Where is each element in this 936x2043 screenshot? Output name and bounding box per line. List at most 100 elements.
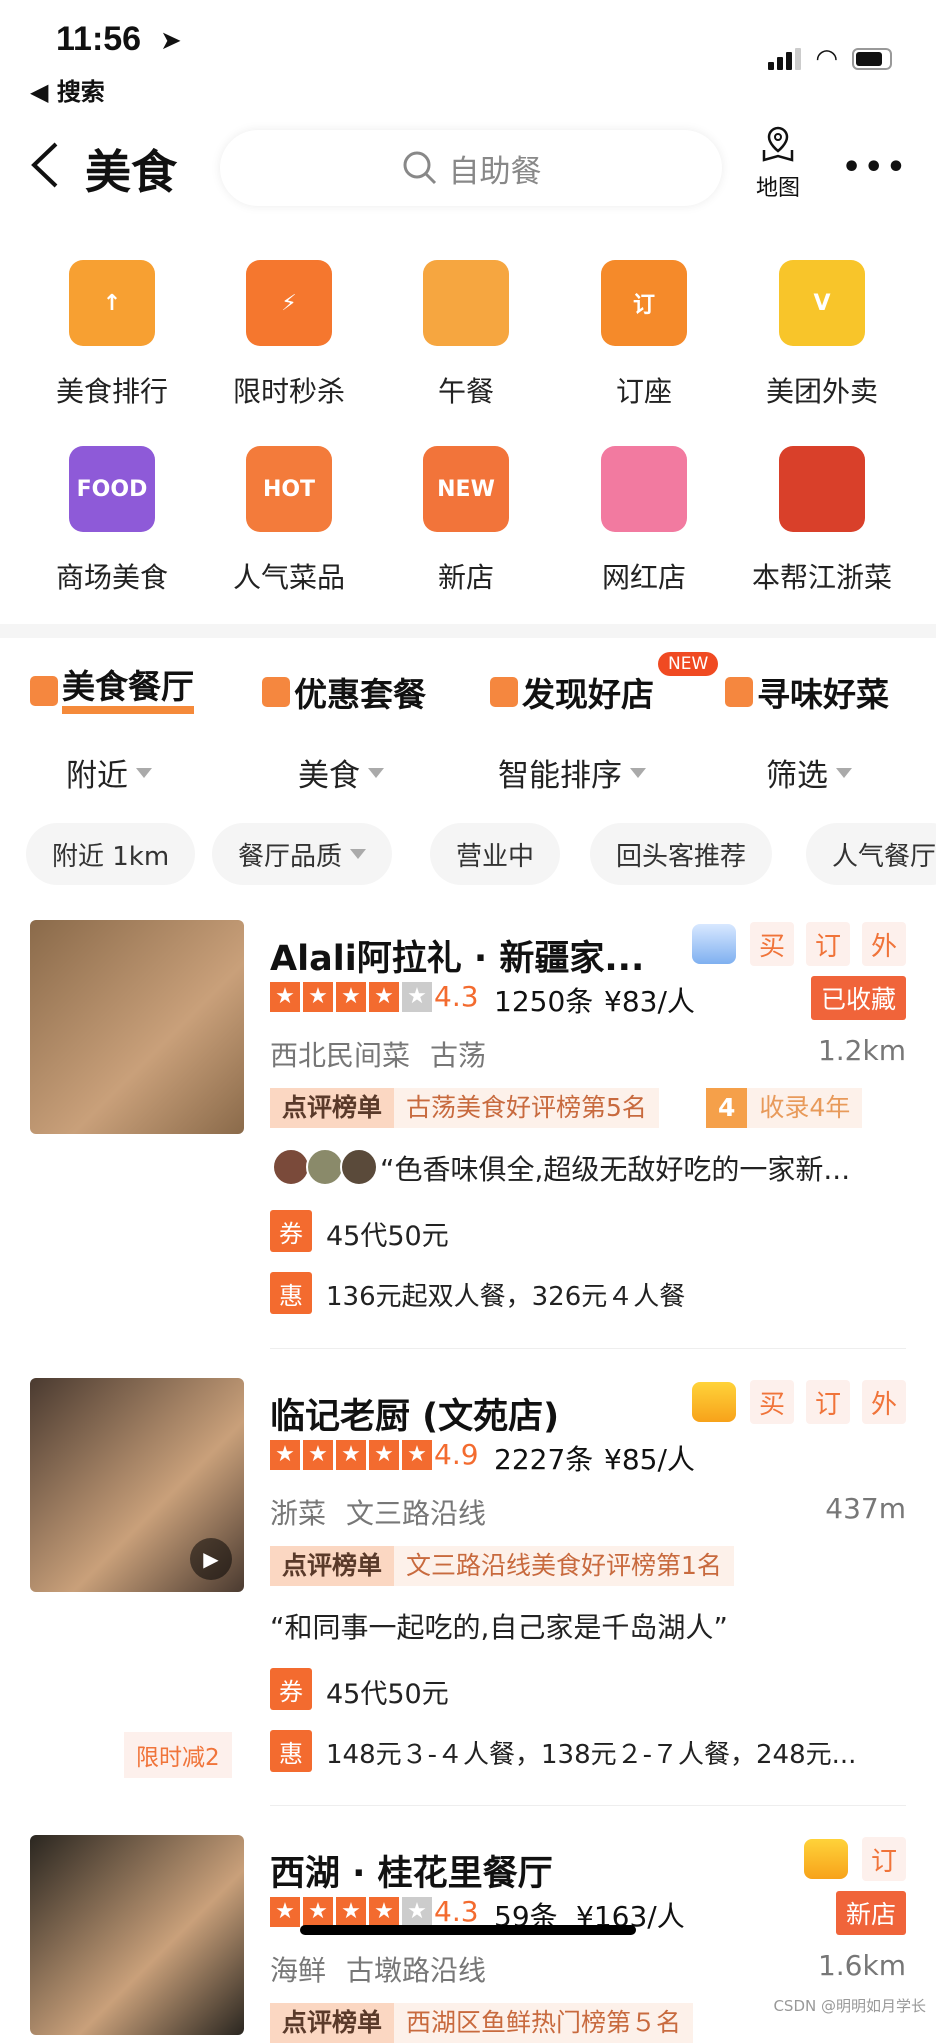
category-9[interactable]: 网红店 [559,446,729,596]
tab-4[interactable]: 寻味好菜 [725,668,889,716]
rating-score: 4.9 [434,1438,479,1471]
ranking-badge[interactable]: 点评榜单 西湖区鱼鲜热门榜第５名 [270,2003,694,2043]
filter-chip[interactable]: 附近 1km [26,823,196,885]
category-8[interactable]: NEW 新店 [381,446,551,596]
ranking-badge[interactable]: 点评榜单 古荡美食好评榜第5名 [270,1088,659,1128]
distance: 1.6km [817,1949,906,1982]
tab-icon [30,676,58,706]
jiangzhe-cuisine-icon [779,446,865,532]
service-tag: 外 [862,1380,906,1424]
restaurant-name[interactable]: 西湖 · 桂花里餐厅 [270,1845,553,1896]
meituan-delivery-icon: V [779,260,865,346]
ranking-badge[interactable]: 点评榜单 文三路沿线美食好评榜第1名 [270,1546,734,1586]
restaurant-name[interactable]: 临记老厨 (文苑店) [270,1388,559,1439]
status-badge: 已收藏 [810,976,906,1020]
star-icon: ★ [270,982,300,1012]
chip-label: 人气餐厅 [832,841,936,872]
category-label: 限时秒杀 [232,375,345,408]
filter-dropdown-1[interactable]: 附近 [66,750,152,795]
filter-label: 智能排序 [498,758,622,794]
star-icon: ★ [402,982,432,1012]
new-badge: NEW [658,652,719,676]
star-icon: ★ [336,1440,366,1470]
review-count: 2227条 [494,1443,594,1476]
filter-dropdown-2[interactable]: 美食 [298,750,384,795]
star-icon: ★ [369,982,399,1012]
filter-chip[interactable]: 人气餐厅 [806,823,936,885]
area: 古荡 [430,1039,487,1072]
ranking-label: 点评榜单 [270,1088,395,1128]
card-divider [270,1348,906,1349]
coupon-text[interactable]: 45代50元 [326,1214,449,1253]
star-icon: ★ [303,1440,333,1470]
restaurant-name[interactable]: Alali阿拉礼 · 新疆家... [270,930,644,981]
star-icon: ★ [369,1440,399,1470]
filter-label: 美食 [298,758,360,794]
service-tag: 买 [750,1380,794,1424]
mall-food-icon: FOOD [69,446,155,532]
category-5[interactable]: V 美团外卖 [737,260,907,410]
home-indicator [300,1925,636,1935]
deal-text[interactable]: 148元３-４人餐，138元２-７人餐，248元... [326,1734,856,1771]
restaurant-photo[interactable] [30,1835,244,2035]
distance: 437m [825,1492,906,1525]
deal-text[interactable]: 136元起双人餐，326元４人餐 [326,1276,685,1313]
category-4[interactable]: 订订座 [559,260,729,410]
filter-chip[interactable]: 营业中 [430,823,561,885]
hot-dish-icon: HOT [246,446,332,532]
card-divider [270,1805,906,1806]
back-icon[interactable] [26,140,66,190]
years-text: 收录4年 [747,1088,863,1128]
caret-down-icon [136,767,152,778]
tab-icon [725,677,753,707]
review-snippet[interactable]: “色香味俱全,超级无敌好吃的一家新... [380,1148,850,1188]
more-icon[interactable]: ••• [842,150,909,185]
coupon-text[interactable]: 45代50元 [326,1672,449,1711]
filter-dropdown-4[interactable]: 筛选 [766,750,852,795]
category-10[interactable]: 本帮江浙菜 [737,446,907,596]
restaurant-photo[interactable] [30,920,244,1134]
review-snippet[interactable]: “和同事一起吃的,自己家是千岛湖人” [270,1606,728,1646]
category-3[interactable]: 午餐 [381,260,551,410]
category-2[interactable]: ⚡ 限时秒杀 [204,260,374,410]
price-per-person: ¥83/人 [604,985,695,1018]
new-store-icon: NEW [423,446,509,532]
star-icon: ★ [402,1440,432,1470]
search-input[interactable]: 自助餐 [220,130,722,206]
back-app-label: 搜索 [56,78,105,106]
tab-label: 美食餐厅 [62,668,194,714]
star-icon: ★ [303,982,333,1012]
category-label: 午餐 [437,375,494,408]
coupon-icon: 券 [270,1668,312,1710]
filter-chip[interactable]: 餐厅品质 [212,823,393,885]
watermark: CSDN @明明如月学长 [773,1997,926,2015]
tab-2[interactable]: 优惠套餐 [262,668,426,716]
filter-chip[interactable]: 回头客推荐 [590,823,773,885]
back-to-app-link[interactable]: ◀ 搜索 [30,72,105,107]
rating-score: 4.3 [434,1895,479,1928]
chip-label: 附近 1km [52,841,170,872]
caret-down-icon [368,767,384,778]
map-label: 地图 [755,176,800,201]
category-7[interactable]: HOT 人气菜品 [204,446,374,596]
map-button[interactable]: 地图 [748,124,808,202]
influencer-store-icon [601,446,687,532]
battery-icon [852,48,892,70]
category-6[interactable]: FOOD 商场美食 [27,446,197,596]
tab-1[interactable]: 美食餐厅 [30,668,194,714]
price-per-person: ¥85/人 [604,1443,695,1476]
play-icon[interactable]: ▶ [190,1538,232,1580]
chip-label: 餐厅品质 [238,841,343,872]
filter-dropdown-3[interactable]: 智能排序 [498,750,646,795]
ranking-icon: ↑ [69,260,155,346]
category-1[interactable]: ↑ 美食排行 [27,260,197,410]
ranking-label: 点评榜单 [270,2003,395,2043]
tab-3[interactable]: 发现好店 [490,668,654,716]
filter-label: 附近 [66,758,128,794]
area: 文三路沿线 [346,1497,487,1530]
years-listed-badge: 4 收录4年 [706,1088,863,1128]
star-rating: ★ ★ ★ ★ ★ [270,982,432,1012]
search-placeholder: 自助餐 [448,153,542,190]
rating-score: 4.3 [434,980,479,1013]
cuisine: 浙菜 [270,1497,327,1530]
